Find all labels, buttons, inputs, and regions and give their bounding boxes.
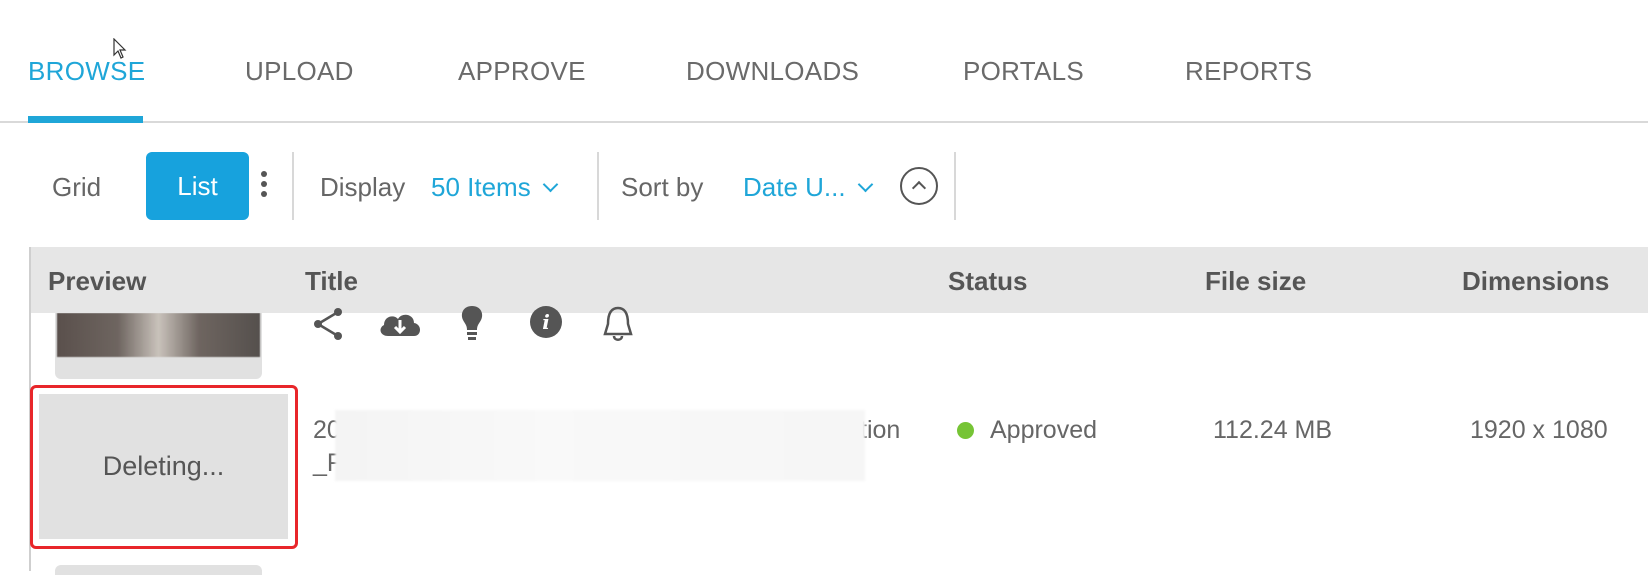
list-view-button[interactable]: List xyxy=(146,152,249,220)
tab-approve[interactable]: APPROVE xyxy=(458,56,586,87)
column-header-dimensions[interactable]: Dimensions xyxy=(1462,266,1609,297)
table-header: Preview Title Status File size Dimension… xyxy=(29,247,1648,313)
column-header-title[interactable]: Title xyxy=(305,266,358,297)
asset-title-line1-end[interactable]: tion xyxy=(860,416,900,445)
asset-status: Approved xyxy=(990,416,1098,444)
display-count-dropdown[interactable]: 50 Items xyxy=(431,172,558,203)
sort-direction-toggle-icon[interactable] xyxy=(900,167,938,205)
mouse-cursor-icon xyxy=(113,38,127,59)
toolbar-divider xyxy=(292,152,294,220)
toolbar-divider xyxy=(597,152,599,220)
thumbnail-image xyxy=(57,313,260,357)
asset-thumbnail[interactable] xyxy=(55,565,262,575)
asset-thumbnail[interactable] xyxy=(55,313,262,379)
tab-reports[interactable]: REPORTS xyxy=(1185,56,1312,87)
view-toolbar: Grid List Display 50 Items Sort by Date … xyxy=(0,150,1648,222)
info-icon[interactable]: i xyxy=(526,304,566,344)
svg-text:i: i xyxy=(542,310,550,334)
active-tab-indicator xyxy=(28,116,143,123)
sort-field-dropdown[interactable]: Date U... xyxy=(743,172,873,203)
tab-portals[interactable]: PORTALS xyxy=(963,56,1084,87)
grid-view-button[interactable]: Grid xyxy=(52,172,101,203)
more-options-icon[interactable] xyxy=(258,168,270,204)
tab-downloads[interactable]: DOWNLOADS xyxy=(686,56,859,87)
lightbulb-icon[interactable] xyxy=(452,304,492,344)
column-header-preview[interactable]: Preview xyxy=(48,266,146,297)
chevron-down-icon xyxy=(857,176,873,193)
column-header-status[interactable]: Status xyxy=(948,266,1027,297)
deleting-preview-highlight: Deleting... xyxy=(30,385,298,549)
approved-status-dot-icon xyxy=(957,422,974,439)
top-nav: BROWSE UPLOAD APPROVE DOWNLOADS PORTALS … xyxy=(0,0,1648,123)
display-count-value: 50 Items xyxy=(431,172,531,202)
sort-field-value: Date U... xyxy=(743,172,846,202)
display-label: Display xyxy=(320,172,406,202)
tab-upload[interactable]: UPLOAD xyxy=(245,56,354,87)
bell-icon[interactable] xyxy=(598,304,638,344)
toolbar-divider xyxy=(954,152,956,220)
redacted-title-blur xyxy=(335,410,865,481)
asset-file-size: 112.24 MB xyxy=(1213,416,1333,444)
share-icon[interactable] xyxy=(310,304,350,344)
download-icon[interactable] xyxy=(376,304,424,344)
deleting-status-text: Deleting... xyxy=(39,394,288,539)
chevron-down-icon xyxy=(542,176,558,193)
tab-browse[interactable]: BROWSE xyxy=(28,56,145,87)
asset-dimensions: 1920 x 1080 xyxy=(1470,416,1608,444)
column-header-file-size[interactable]: File size xyxy=(1205,266,1306,297)
sort-label: Sort by xyxy=(621,172,704,202)
